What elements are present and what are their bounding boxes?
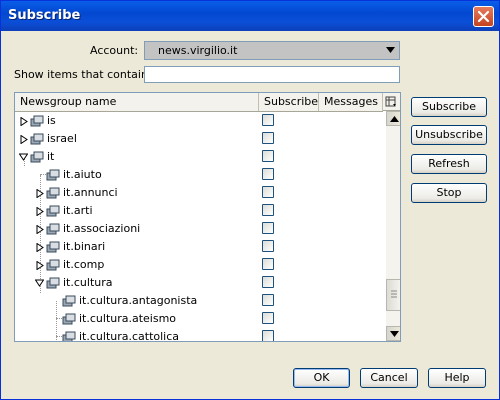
scroll-up-button[interactable] <box>386 111 400 126</box>
account-value: news.virgilio.it <box>158 44 238 57</box>
expand-arrow-icon[interactable] <box>36 243 44 252</box>
column-newsgroup-name[interactable]: Newsgroup name <box>15 93 259 111</box>
subscribe-checkbox[interactable] <box>262 150 274 162</box>
newsgroup-folder-icon <box>62 331 76 341</box>
unsubscribe-button[interactable]: Unsubscribe <box>411 125 487 145</box>
newsgroup-name: it.cultura.ateismo <box>79 312 177 325</box>
expand-arrow-icon[interactable] <box>36 261 44 270</box>
subscribe-checkbox[interactable] <box>262 204 274 216</box>
tree-row[interactable]: it.comp <box>15 256 383 274</box>
collapse-arrow-icon[interactable] <box>35 279 44 287</box>
subscribe-checkbox[interactable] <box>262 258 274 270</box>
vertical-scrollbar[interactable] <box>386 111 400 341</box>
scroll-up-arrow-icon <box>390 116 399 122</box>
expand-arrow-icon[interactable] <box>36 225 44 234</box>
newsgroup-name: it.cultura <box>63 276 113 289</box>
tree-row[interactable]: it.binari <box>15 238 383 256</box>
collapse-arrow-icon[interactable] <box>19 153 28 161</box>
newsgroup-folder-icon <box>46 187 60 199</box>
scrollbar-thumb[interactable] <box>386 279 400 311</box>
expand-arrow-icon[interactable] <box>20 117 28 126</box>
newsgroup-name: it.annunci <box>63 186 118 199</box>
tree-row[interactable]: it.arti <box>15 202 383 220</box>
refresh-button[interactable]: Refresh <box>411 154 487 174</box>
tree-row[interactable]: israel <box>15 130 383 148</box>
newsgroup-folder-icon <box>46 169 60 181</box>
newsgroup-name: it.aiuto <box>63 168 102 181</box>
subscribe-checkbox[interactable] <box>262 276 274 288</box>
subscribe-dialog: Subscribe Account: news.virgilio.it Show… <box>0 0 500 400</box>
newsgroup-name: it.arti <box>63 204 93 217</box>
help-button[interactable]: Help <box>428 368 486 388</box>
tree-row[interactable]: it.cultura <box>15 274 383 292</box>
tree-row[interactable]: it.cultura.ateismo <box>15 310 383 328</box>
newsgroup-folder-icon <box>30 115 44 127</box>
newsgroup-name: it <box>47 150 55 163</box>
subscribe-checkbox[interactable] <box>262 114 274 126</box>
newsgroup-name: israel <box>47 132 77 145</box>
newsgroup-name: is <box>47 114 56 127</box>
tree-header: Newsgroup name Subscribe Messages <box>15 93 383 112</box>
subscribe-checkbox[interactable] <box>262 222 274 234</box>
newsgroup-tree[interactable]: Newsgroup name Subscribe Messages is isr… <box>14 92 401 342</box>
scroll-down-button[interactable] <box>386 326 400 341</box>
tree-row[interactable]: it <box>15 148 383 166</box>
column-picker-icon[interactable] <box>383 93 400 111</box>
stop-button[interactable]: Stop <box>411 183 487 203</box>
newsgroup-folder-icon <box>46 205 60 217</box>
window-title: Subscribe <box>8 8 81 23</box>
newsgroup-folder-icon <box>30 133 44 145</box>
title-bar[interactable]: Subscribe <box>1 1 499 31</box>
newsgroup-folder-icon <box>30 151 44 163</box>
tree-row[interactable]: it.associazioni <box>15 220 383 238</box>
column-subscribe[interactable]: Subscribe <box>259 93 319 111</box>
account-label: Account: <box>90 44 139 57</box>
subscribe-checkbox[interactable] <box>262 330 274 341</box>
tree-row[interactable]: is <box>15 112 383 130</box>
filter-input[interactable] <box>144 66 400 83</box>
expand-arrow-icon[interactable] <box>20 135 28 144</box>
newsgroup-name: it.comp <box>63 258 105 271</box>
scroll-down-arrow-icon <box>390 331 399 337</box>
newsgroup-name: it.cultura.cattolica <box>79 330 180 342</box>
subscribe-button[interactable]: Subscribe <box>411 97 487 117</box>
subscribe-checkbox[interactable] <box>262 294 274 306</box>
subscribe-checkbox[interactable] <box>262 312 274 324</box>
newsgroup-folder-icon <box>46 277 60 289</box>
filter-label: Show items that contain: <box>14 68 152 81</box>
subscribe-checkbox[interactable] <box>262 132 274 144</box>
newsgroup-folder-icon <box>62 313 76 325</box>
grip-icon <box>391 290 397 298</box>
subscribe-checkbox[interactable] <box>262 168 274 180</box>
close-icon <box>477 10 490 23</box>
tree-row[interactable]: it.aiuto <box>15 166 383 184</box>
cancel-button[interactable]: Cancel <box>360 368 418 388</box>
account-dropdown[interactable]: news.virgilio.it <box>144 41 400 60</box>
newsgroup-folder-icon <box>46 241 60 253</box>
ok-button[interactable]: OK <box>293 368 350 388</box>
dropdown-arrow-icon[interactable] <box>382 42 399 59</box>
column-messages[interactable]: Messages <box>319 93 383 111</box>
close-button[interactable] <box>473 6 494 27</box>
expand-arrow-icon[interactable] <box>36 189 44 198</box>
subscribe-checkbox[interactable] <box>262 240 274 252</box>
newsgroup-name: it.associazioni <box>63 222 141 235</box>
newsgroup-folder-icon <box>62 295 76 307</box>
tree-row[interactable]: it.annunci <box>15 184 383 202</box>
newsgroup-name: it.cultura.antagonista <box>79 294 198 307</box>
tree-row[interactable]: it.cultura.antagonista <box>15 292 383 310</box>
subscribe-checkbox[interactable] <box>262 186 274 198</box>
newsgroup-folder-icon <box>46 259 60 271</box>
expand-arrow-icon[interactable] <box>36 207 44 216</box>
tree-row[interactable]: it.cultura.cattolica <box>15 328 383 342</box>
newsgroup-name: it.binari <box>63 240 106 253</box>
newsgroup-folder-icon <box>46 223 60 235</box>
